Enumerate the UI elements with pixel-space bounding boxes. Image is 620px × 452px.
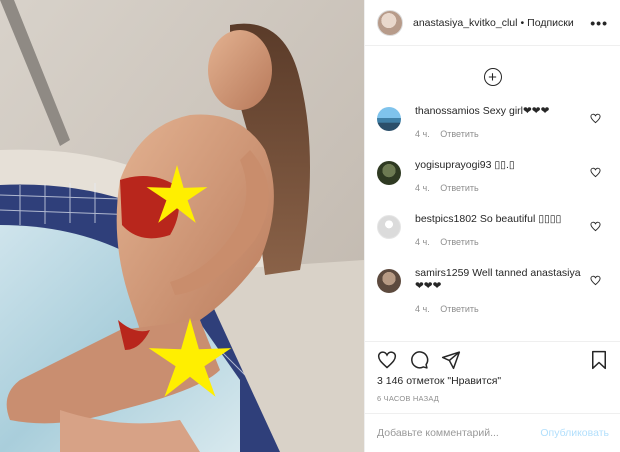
comment-age: 4 ч. <box>415 183 430 193</box>
plus-circle-icon[interactable]: + <box>483 68 502 86</box>
commenter-avatar[interactable] <box>377 107 401 131</box>
comment-input[interactable] <box>377 427 541 439</box>
comment-composer: Опубликовать <box>365 413 620 452</box>
following-button[interactable]: Подписки <box>527 17 574 29</box>
comment-text: ▯▯.▯ <box>494 159 515 171</box>
heart-icon[interactable] <box>590 113 601 124</box>
commenter-avatar[interactable] <box>377 215 401 239</box>
comment-username[interactable]: samirs1259 <box>415 267 469 279</box>
comment-username[interactable]: yogisuprayogi93 <box>415 159 491 171</box>
header-separator: • <box>520 16 525 29</box>
author-avatar[interactable] <box>377 9 403 36</box>
load-more-comments: + <box>365 46 620 108</box>
paper-plane-icon[interactable] <box>441 350 461 370</box>
comment-username[interactable]: bestpics1802 <box>415 213 477 225</box>
more-options-icon[interactable]: ••• <box>590 15 608 31</box>
post-header: anastasiya_kvitko_clul • Подписки ••• <box>365 0 620 46</box>
heart-icon[interactable] <box>590 221 601 232</box>
comment-list: thanossamios Sexy girl❤❤❤ 4 ч. Ответить … <box>365 105 620 329</box>
comment-bubble-icon[interactable] <box>409 350 429 370</box>
reply-button[interactable]: Ответить <box>440 304 478 314</box>
reply-button[interactable]: Ответить <box>440 183 478 193</box>
comment-item: thanossamios Sexy girl❤❤❤ 4 ч. Ответить <box>365 105 620 159</box>
heart-icon[interactable] <box>590 167 601 178</box>
publish-button[interactable]: Опубликовать <box>540 427 609 439</box>
comment-item: yogisuprayogi93 ▯▯.▯ 4 ч. Ответить <box>365 159 620 213</box>
reply-button[interactable]: Ответить <box>440 129 478 139</box>
comment-username[interactable]: thanossamios <box>415 105 480 117</box>
comment-age: 4 ч. <box>415 129 430 139</box>
post-side-panel: anastasiya_kvitko_clul • Подписки ••• + … <box>364 0 620 452</box>
post-timestamp: 6 ЧАСОВ НАЗАД <box>377 394 440 403</box>
comment-text: Sexy girl❤❤❤ <box>482 105 550 117</box>
comment-item: bestpics1802 So beautiful ▯▯▯▯ 4 ч. Отве… <box>365 213 620 267</box>
action-bar <box>365 341 620 377</box>
post-image <box>0 0 364 452</box>
author-username[interactable]: anastasiya_kvitko_clul <box>413 17 517 29</box>
comment-text: So beautiful ▯▯▯▯ <box>479 213 562 225</box>
bookmark-icon[interactable] <box>589 350 609 370</box>
comment-age: 4 ч. <box>415 304 430 314</box>
commenter-avatar[interactable] <box>377 161 401 185</box>
comment-item: samirs1259 Well tanned anastasiya❤❤❤ 4 ч… <box>365 267 620 329</box>
like-count[interactable]: 3 146 отметок "Нравится" <box>377 375 501 387</box>
heart-icon[interactable] <box>590 275 601 286</box>
comment-age: 4 ч. <box>415 237 430 247</box>
reply-button[interactable]: Ответить <box>440 237 478 247</box>
commenter-avatar[interactable] <box>377 269 401 293</box>
post-photo[interactable] <box>0 0 364 452</box>
heart-icon[interactable] <box>377 350 397 370</box>
